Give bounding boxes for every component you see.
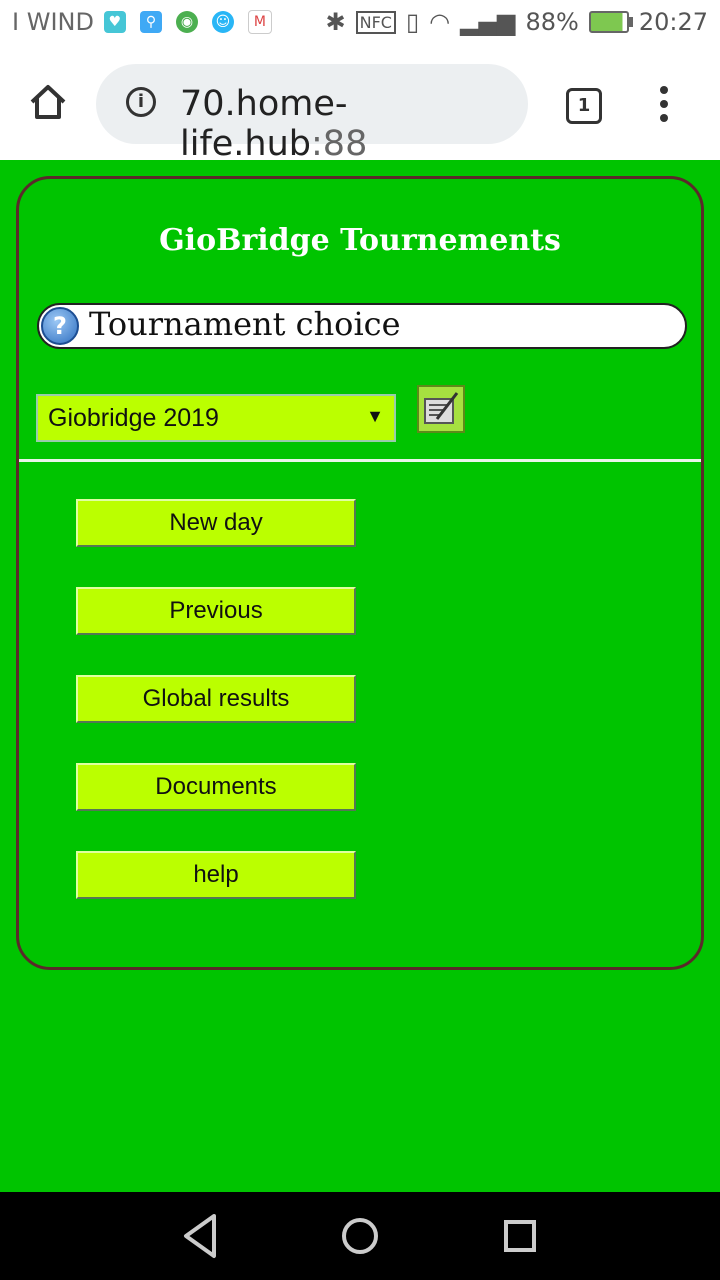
navigation-bar — [0, 1192, 720, 1280]
url-text[interactable]: 70.home-life.hub:88 — [180, 84, 528, 164]
globe-icon: ◉ — [175, 11, 198, 33]
overflow-menu-icon[interactable] — [652, 86, 676, 126]
page-title: GioBridge Tournements — [159, 223, 561, 258]
tournament-choice-header: ? Tournament choice — [37, 303, 687, 349]
clock: 20:27 — [638, 8, 708, 36]
usb-icon: ⚲ — [139, 11, 162, 33]
back-icon[interactable] — [180, 1210, 220, 1262]
messenger-icon: ☺ — [211, 11, 234, 33]
signal-icon: ▂▄▆ — [460, 8, 516, 36]
vibrate-icon: ▯ — [405, 8, 420, 36]
home-icon[interactable] — [28, 82, 68, 122]
global-results-button[interactable]: Global results — [76, 675, 356, 723]
previous-button[interactable]: Previous — [76, 587, 356, 635]
url-port: :88 — [311, 124, 368, 164]
tab-switcher-button[interactable]: 1 — [566, 88, 602, 124]
status-bar: I WIND ♥ ⚲ ◉ ☺ M ✱ NFC ▯ ◠ ▂▄▆ 88% 20:27 — [0, 0, 720, 48]
home-nav-icon[interactable] — [340, 1210, 380, 1262]
wifi-icon: ◠ — [429, 8, 451, 36]
nfc-icon: NFC — [355, 10, 396, 34]
edit-icon[interactable] — [417, 385, 465, 433]
main-panel: GioBridge Tournements ? Tournament choic… — [16, 176, 704, 970]
bluetooth-icon: ✱ — [325, 8, 346, 36]
carrier-label: I WIND — [12, 8, 94, 36]
tournament-select[interactable]: Giobridge 2019 ▼ — [36, 394, 396, 442]
help-icon[interactable]: ? — [41, 307, 79, 345]
divider — [19, 459, 701, 462]
url-bar[interactable]: i 70.home-life.hub:88 — [96, 64, 528, 164]
tournament-choice-label: Tournament choice — [89, 305, 401, 343]
browser-toolbar: i 70.home-life.hub:88 1 — [0, 48, 720, 164]
recents-icon[interactable] — [502, 1210, 538, 1262]
dropdown-arrow-icon: ▼ — [366, 406, 384, 426]
battery-icon — [588, 11, 633, 33]
tournament-select-value: Giobridge 2019 — [48, 404, 219, 432]
documents-button[interactable]: Documents — [76, 763, 356, 811]
info-icon[interactable]: i — [126, 87, 156, 117]
battery-percent: 88% — [525, 8, 579, 36]
heart-app-icon: ♥ — [103, 11, 126, 33]
gmail-icon: M — [247, 10, 272, 34]
new-day-button[interactable]: New day — [76, 499, 356, 547]
help-button[interactable]: help — [76, 851, 356, 899]
